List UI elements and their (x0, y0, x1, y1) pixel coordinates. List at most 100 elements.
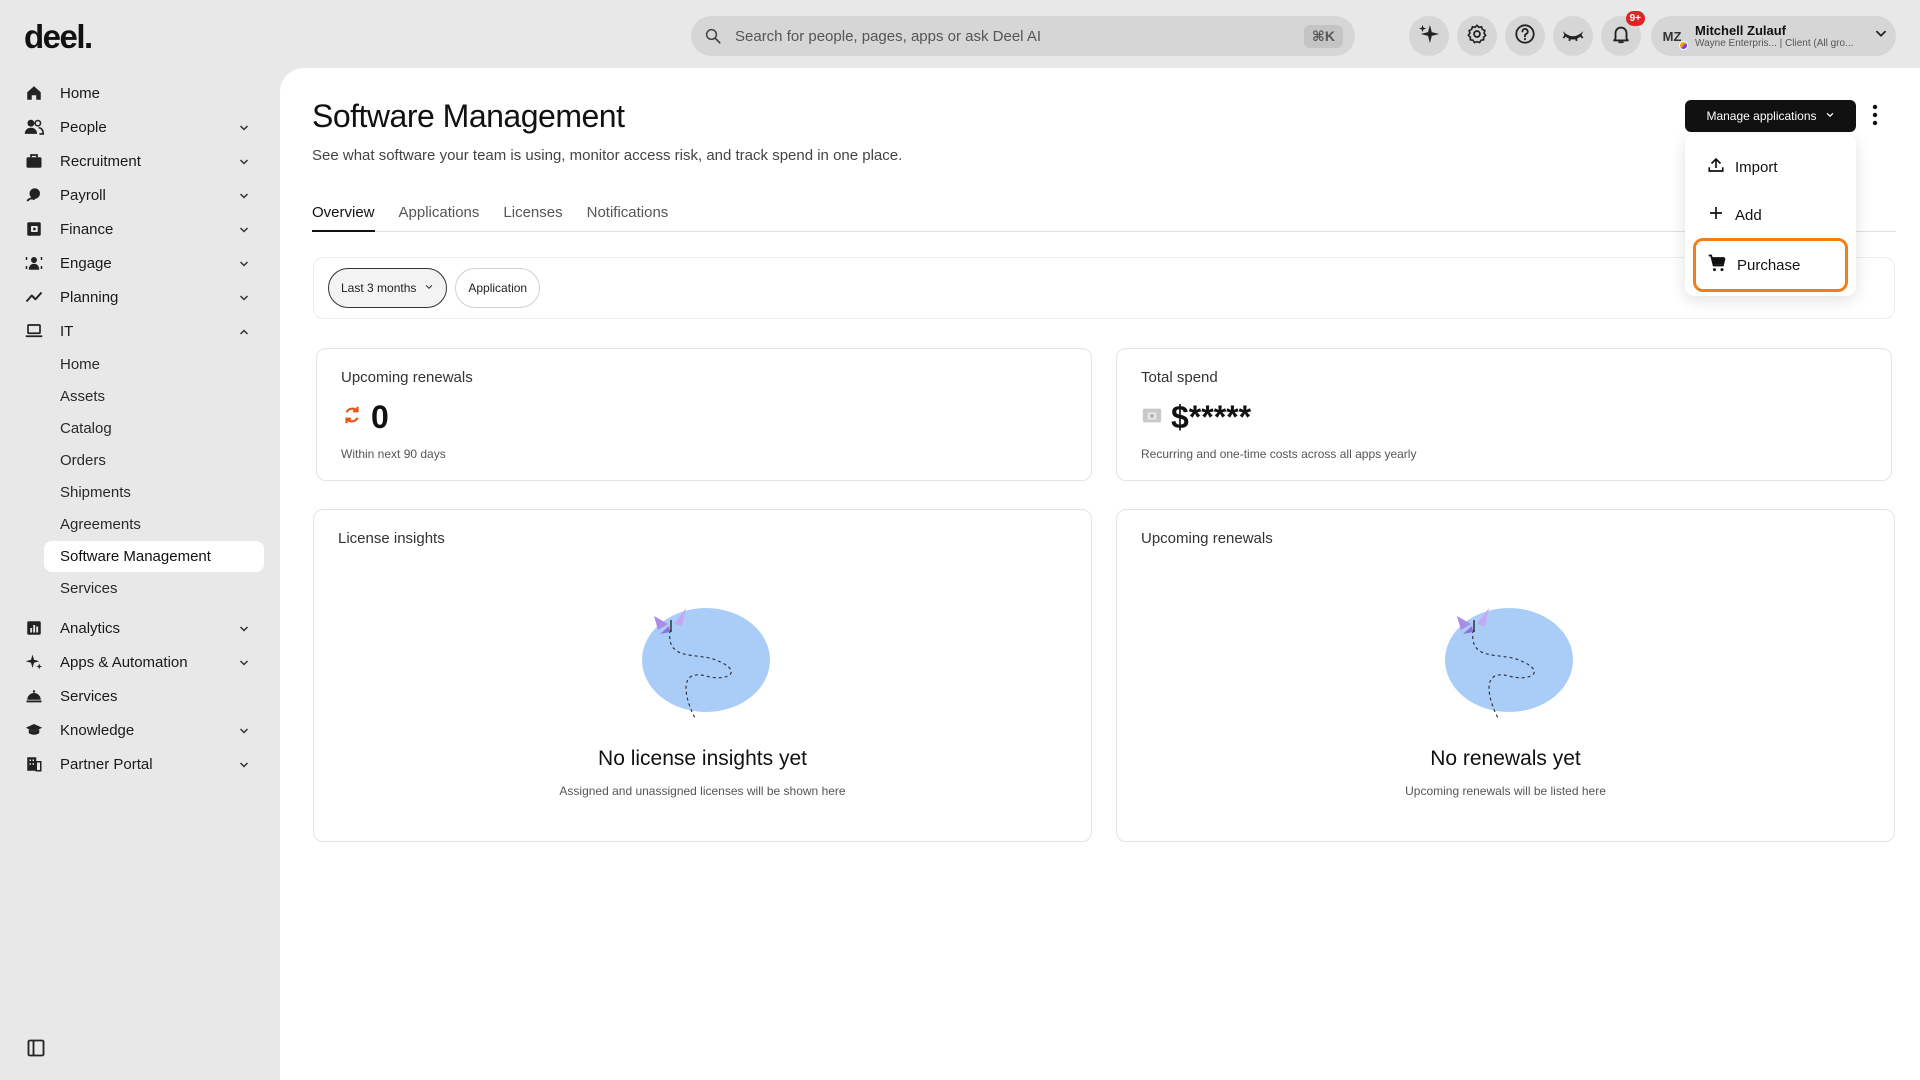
application-filter[interactable]: Application (455, 268, 541, 308)
services-icon (24, 686, 44, 706)
sidebar-item-label: Analytics (60, 619, 121, 637)
notifications-button[interactable]: 9+ (1601, 11, 1645, 56)
global-search[interactable]: Search for people, pages, apps or ask De… (691, 16, 1355, 56)
finance-icon (24, 219, 44, 239)
settings-button[interactable] (1457, 16, 1497, 56)
sidebar-item-home[interactable]: Home (24, 76, 264, 110)
sidebar-collapse-button[interactable] (26, 1038, 46, 1063)
sidebar-item-planning[interactable]: Planning (24, 280, 264, 314)
refresh-icon (341, 403, 363, 432)
upload-icon (1707, 156, 1725, 178)
menu-item-purchase[interactable]: Purchase (1693, 238, 1848, 292)
chevron-down-icon (238, 155, 250, 172)
license-insights-card: License insights No license insights yet… (313, 509, 1092, 842)
manage-applications-button[interactable]: Manage applications (1685, 100, 1856, 132)
sidebar-item-label: Home (60, 84, 101, 102)
card-label: Total spend (1141, 369, 1218, 386)
chevron-down-icon (238, 758, 250, 775)
sidebar-item-payroll[interactable]: Payroll (24, 178, 264, 212)
deel-logo[interactable]: deel. (24, 18, 93, 56)
sidebar-item-label: Recruitment (60, 152, 141, 170)
chart-line-icon (24, 287, 44, 307)
chevron-down-icon (238, 223, 250, 240)
chevron-down-icon (238, 121, 250, 138)
card-footnote: Within next 90 days (341, 447, 446, 461)
sidebar-subitem-shipments[interactable]: Shipments (24, 477, 264, 508)
sidebar-item-engage[interactable]: Engage (24, 246, 264, 280)
chevron-down-icon (238, 724, 250, 741)
home-icon (24, 83, 44, 103)
sidebar-item-label: Engage (60, 254, 112, 272)
briefcase-icon (24, 151, 44, 171)
more-options-button[interactable] (1872, 104, 1878, 131)
filter-bar: Last 3 months Application (313, 257, 1895, 319)
chevron-down-icon (238, 622, 250, 639)
sidebar-toggle-icon (26, 1039, 46, 1062)
user-menu[interactable]: MZ Mitchell Zulauf Wayne Enterpris... | … (1651, 16, 1896, 56)
main-content: Software Management See what software yo… (280, 68, 1920, 1080)
empty-state-title: No renewals yet (1430, 747, 1581, 770)
laptop-icon (24, 321, 44, 341)
sidebar-item-it[interactable]: IT (24, 314, 264, 348)
sidebar-item-services[interactable]: Services (24, 679, 264, 713)
menu-item-add[interactable]: Add (1693, 194, 1848, 236)
sidebar: Home People Recruitment Payroll Finance … (24, 76, 264, 781)
sidebar-subitem-it-home[interactable]: Home (24, 349, 264, 380)
sidebar-item-analytics[interactable]: Analytics (24, 611, 264, 645)
sidebar-item-label: Finance (60, 220, 114, 238)
tab-licenses[interactable]: Licenses (503, 200, 562, 232)
ai-sparkle-button[interactable] (1409, 16, 1449, 56)
kebab-menu-icon (1872, 104, 1878, 130)
sidebar-item-finance[interactable]: Finance (24, 212, 264, 246)
sidebar-item-label: Apps & Automation (60, 653, 188, 671)
sidebar-subitem-catalog[interactable]: Catalog (24, 413, 264, 444)
card-label: Upcoming renewals (1141, 530, 1273, 547)
sidebar-subitem-orders[interactable]: Orders (24, 445, 264, 476)
payroll-icon (24, 185, 44, 205)
sidebar-item-knowledge[interactable]: Knowledge (24, 713, 264, 747)
sidebar-item-label: IT (60, 322, 74, 340)
butterfly-illustration (636, 602, 770, 727)
chevron-down-icon (238, 656, 250, 673)
privacy-toggle-button[interactable] (1553, 16, 1593, 56)
chevron-down-icon (238, 189, 250, 206)
plus-icon (1707, 204, 1725, 226)
empty-state-title: No license insights yet (598, 747, 807, 770)
organization-badge (1679, 41, 1688, 50)
sidebar-subitem-software-management[interactable]: Software Management (44, 541, 264, 572)
card-label: License insights (338, 530, 445, 547)
sidebar-item-label: People (60, 118, 107, 136)
automation-icon (24, 652, 44, 672)
sidebar-subitem-it-services[interactable]: Services (24, 573, 264, 604)
bell-icon (1610, 23, 1632, 50)
manage-applications-label: Manage applications (1706, 109, 1817, 123)
card-label: Upcoming renewals (341, 369, 473, 386)
engage-icon (24, 253, 44, 273)
sidebar-item-recruitment[interactable]: Recruitment (24, 144, 264, 178)
gear-icon (1466, 23, 1488, 50)
card-footnote: Recurring and one-time costs across all … (1141, 447, 1417, 461)
chevron-down-icon (238, 291, 250, 308)
period-filter[interactable]: Last 3 months (328, 268, 448, 308)
sidebar-item-partner-portal[interactable]: Partner Portal (24, 747, 264, 781)
help-button[interactable] (1505, 16, 1545, 56)
period-filter-label: Last 3 months (341, 281, 417, 295)
user-name: Mitchell Zulauf (1695, 23, 1786, 38)
people-icon (24, 117, 44, 137)
search-input[interactable]: Search for people, pages, apps or ask De… (735, 28, 1304, 45)
empty-state-subtitle: Assigned and unassigned licenses will be… (559, 784, 846, 798)
sidebar-subitem-assets[interactable]: Assets (24, 381, 264, 412)
sidebar-subitem-agreements[interactable]: Agreements (24, 509, 264, 540)
page-title: Software Management (312, 98, 625, 134)
chevron-down-icon (1874, 27, 1888, 46)
tab-applications[interactable]: Applications (399, 200, 480, 232)
sidebar-item-label: Knowledge (60, 721, 135, 739)
sidebar-item-people[interactable]: People (24, 110, 264, 144)
analytics-icon (24, 618, 44, 638)
menu-item-import[interactable]: Import (1693, 146, 1848, 188)
tab-bar: Overview Applications Licenses Notificat… (312, 200, 1896, 232)
wallet-icon (1141, 404, 1163, 431)
tab-notifications[interactable]: Notifications (587, 200, 669, 232)
tab-overview[interactable]: Overview (312, 200, 375, 232)
sidebar-item-apps-automation[interactable]: Apps & Automation (24, 645, 264, 679)
